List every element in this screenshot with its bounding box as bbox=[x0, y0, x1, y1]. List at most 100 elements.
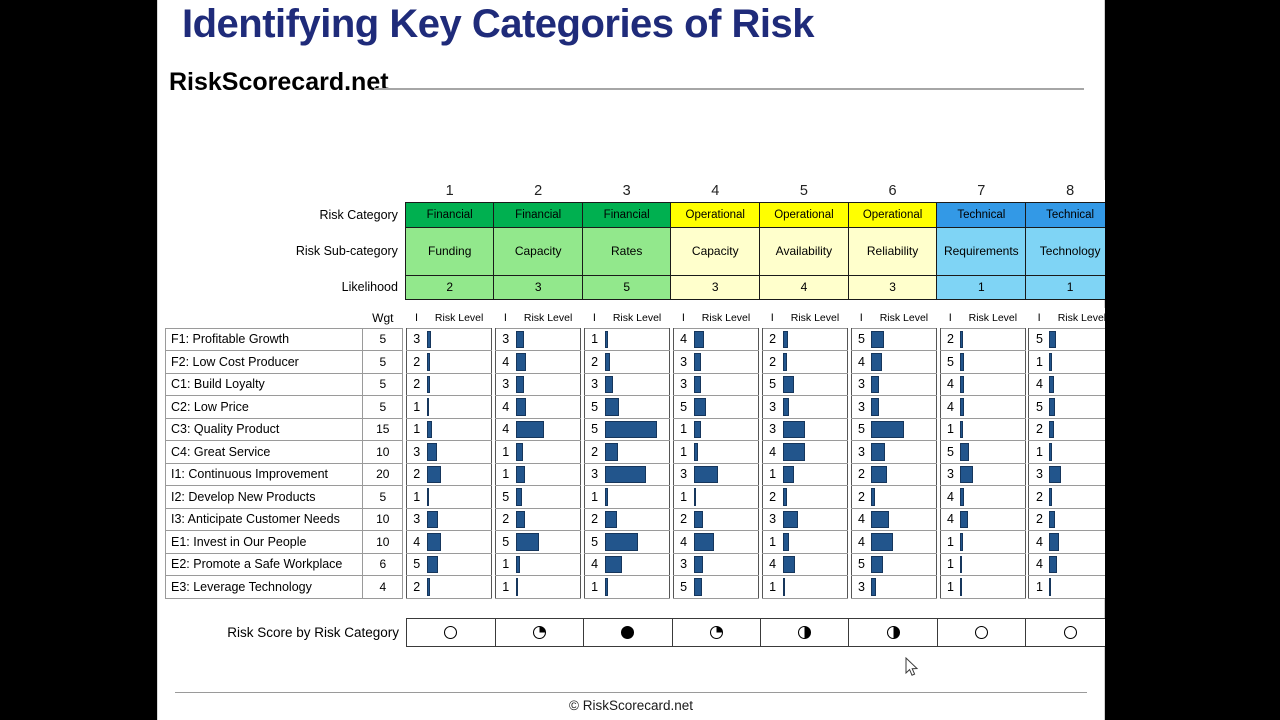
objective-label-7[interactable]: I1: Continuous Improvement bbox=[164, 462, 364, 486]
impact-cell-r1-c7[interactable]: 2 bbox=[939, 327, 961, 351]
weight-cell-8[interactable]: 5 bbox=[362, 485, 404, 509]
impact-cell-r9-c3[interactable]: 2 bbox=[583, 507, 605, 531]
impact-cell-r7-c5[interactable]: 1 bbox=[761, 462, 783, 486]
impact-cell-r5-c2[interactable]: 4 bbox=[494, 417, 516, 441]
impact-cell-r2-c2[interactable]: 4 bbox=[494, 350, 516, 374]
impact-cell-r7-c8[interactable]: 3 bbox=[1028, 462, 1050, 486]
likelihood-cell-6[interactable]: 3 bbox=[847, 274, 938, 300]
impact-cell-r9-c5[interactable]: 3 bbox=[761, 507, 783, 531]
risk-score-cell-6[interactable] bbox=[848, 618, 938, 647]
impact-cell-r1-c1[interactable]: 3 bbox=[405, 327, 427, 351]
weight-cell-11[interactable]: 6 bbox=[362, 552, 404, 576]
impact-cell-r9-c8[interactable]: 2 bbox=[1028, 507, 1050, 531]
objective-label-2[interactable]: F2: Low Cost Producer bbox=[164, 350, 364, 374]
impact-cell-r8-c5[interactable]: 2 bbox=[761, 485, 783, 509]
impact-cell-r6-c2[interactable]: 1 bbox=[494, 440, 516, 464]
impact-cell-r5-c7[interactable]: 1 bbox=[939, 417, 961, 441]
impact-cell-r5-c3[interactable]: 5 bbox=[583, 417, 605, 441]
impact-cell-r2-c6[interactable]: 4 bbox=[850, 350, 872, 374]
risk-subcategory-cell-3[interactable]: Rates bbox=[581, 226, 672, 276]
impact-cell-r11-c8[interactable]: 4 bbox=[1028, 552, 1050, 576]
risk-category-cell-7[interactable]: Technical bbox=[936, 201, 1027, 228]
objective-label-11[interactable]: E2: Promote a Safe Workplace bbox=[164, 552, 364, 576]
impact-cell-r3-c1[interactable]: 2 bbox=[405, 372, 427, 396]
risk-score-cell-4[interactable] bbox=[671, 618, 762, 647]
impact-cell-r2-c1[interactable]: 2 bbox=[405, 350, 427, 374]
impact-cell-r12-c5[interactable]: 1 bbox=[761, 575, 783, 599]
objective-label-12[interactable]: E3: Leverage Technology bbox=[164, 575, 364, 599]
impact-cell-r11-c5[interactable]: 4 bbox=[761, 552, 783, 576]
weight-cell-7[interactable]: 20 bbox=[362, 462, 404, 486]
objective-label-10[interactable]: E1: Invest in Our People bbox=[164, 530, 364, 554]
likelihood-cell-2[interactable]: 3 bbox=[493, 274, 583, 300]
impact-cell-r12-c3[interactable]: 1 bbox=[583, 575, 605, 599]
weight-cell-4[interactable]: 5 bbox=[362, 395, 404, 419]
impact-cell-r4-c4[interactable]: 5 bbox=[672, 395, 694, 419]
weight-cell-5[interactable]: 15 bbox=[362, 417, 404, 441]
weight-cell-12[interactable]: 4 bbox=[362, 575, 404, 599]
impact-cell-r6-c6[interactable]: 3 bbox=[850, 440, 872, 464]
impact-cell-r6-c5[interactable]: 4 bbox=[761, 440, 783, 464]
impact-cell-r8-c3[interactable]: 1 bbox=[583, 485, 605, 509]
impact-cell-r3-c5[interactable]: 5 bbox=[761, 372, 783, 396]
risk-category-cell-4[interactable]: Operational bbox=[670, 201, 761, 228]
impact-cell-r7-c6[interactable]: 2 bbox=[850, 462, 872, 486]
risk-score-cell-7[interactable] bbox=[936, 618, 1027, 647]
impact-cell-r3-c4[interactable]: 3 bbox=[672, 372, 694, 396]
likelihood-cell-7[interactable]: 1 bbox=[936, 274, 1027, 300]
impact-cell-r7-c7[interactable]: 3 bbox=[939, 462, 961, 486]
impact-cell-r6-c7[interactable]: 5 bbox=[939, 440, 961, 464]
objective-label-4[interactable]: C2: Low Price bbox=[164, 395, 364, 419]
impact-cell-r3-c3[interactable]: 3 bbox=[583, 372, 605, 396]
likelihood-cell-4[interactable]: 3 bbox=[670, 274, 761, 300]
weight-cell-1[interactable]: 5 bbox=[362, 327, 404, 351]
impact-cell-r10-c4[interactable]: 4 bbox=[672, 530, 694, 554]
impact-cell-r12-c1[interactable]: 2 bbox=[405, 575, 427, 599]
weight-cell-9[interactable]: 10 bbox=[362, 507, 404, 531]
risk-score-cell-3[interactable] bbox=[583, 618, 673, 647]
impact-cell-r10-c7[interactable]: 1 bbox=[939, 530, 961, 554]
impact-cell-r3-c2[interactable]: 3 bbox=[494, 372, 516, 396]
likelihood-cell-5[interactable]: 4 bbox=[759, 274, 849, 300]
impact-cell-r11-c1[interactable]: 5 bbox=[405, 552, 427, 576]
impact-cell-r7-c3[interactable]: 3 bbox=[583, 462, 605, 486]
risk-category-cell-5[interactable]: Operational bbox=[759, 201, 849, 228]
impact-cell-r6-c3[interactable]: 2 bbox=[583, 440, 605, 464]
risk-score-cell-2[interactable] bbox=[494, 618, 585, 647]
risk-category-cell-8[interactable]: Technical bbox=[1025, 201, 1105, 228]
impact-cell-r10-c2[interactable]: 5 bbox=[494, 530, 516, 554]
impact-cell-r6-c8[interactable]: 1 bbox=[1028, 440, 1050, 464]
weight-cell-10[interactable]: 10 bbox=[362, 530, 404, 554]
impact-cell-r10-c5[interactable]: 1 bbox=[761, 530, 783, 554]
impact-cell-r2-c4[interactable]: 3 bbox=[672, 350, 694, 374]
impact-cell-r6-c4[interactable]: 1 bbox=[672, 440, 694, 464]
impact-cell-r1-c2[interactable]: 3 bbox=[494, 327, 516, 351]
impact-cell-r3-c7[interactable]: 4 bbox=[939, 372, 961, 396]
risk-score-cell-8[interactable] bbox=[1025, 618, 1105, 647]
impact-cell-r11-c7[interactable]: 1 bbox=[939, 552, 961, 576]
impact-cell-r8-c1[interactable]: 1 bbox=[405, 485, 427, 509]
impact-cell-r9-c7[interactable]: 4 bbox=[939, 507, 961, 531]
objective-label-8[interactable]: I2: Develop New Products bbox=[164, 485, 364, 509]
impact-cell-r10-c8[interactable]: 4 bbox=[1028, 530, 1050, 554]
impact-cell-r12-c6[interactable]: 3 bbox=[850, 575, 872, 599]
risk-category-cell-6[interactable]: Operational bbox=[847, 201, 938, 228]
impact-cell-r6-c1[interactable]: 3 bbox=[405, 440, 427, 464]
impact-cell-r9-c6[interactable]: 4 bbox=[850, 507, 872, 531]
objective-label-3[interactable]: C1: Build Loyalty bbox=[164, 372, 364, 396]
impact-cell-r4-c1[interactable]: 1 bbox=[405, 395, 427, 419]
impact-cell-r1-c8[interactable]: 5 bbox=[1028, 327, 1050, 351]
likelihood-cell-3[interactable]: 5 bbox=[581, 274, 672, 300]
risk-subcategory-cell-8[interactable]: Technology bbox=[1025, 226, 1105, 276]
impact-cell-r8-c4[interactable]: 1 bbox=[672, 485, 694, 509]
impact-cell-r11-c4[interactable]: 3 bbox=[672, 552, 694, 576]
likelihood-cell-8[interactable]: 1 bbox=[1025, 274, 1105, 300]
impact-cell-r5-c5[interactable]: 3 bbox=[761, 417, 783, 441]
impact-cell-r5-c6[interactable]: 5 bbox=[850, 417, 872, 441]
impact-cell-r11-c3[interactable]: 4 bbox=[583, 552, 605, 576]
impact-cell-r7-c4[interactable]: 3 bbox=[672, 462, 694, 486]
impact-cell-r4-c3[interactable]: 5 bbox=[583, 395, 605, 419]
impact-cell-r1-c6[interactable]: 5 bbox=[850, 327, 872, 351]
impact-cell-r4-c7[interactable]: 4 bbox=[939, 395, 961, 419]
impact-cell-r8-c2[interactable]: 5 bbox=[494, 485, 516, 509]
